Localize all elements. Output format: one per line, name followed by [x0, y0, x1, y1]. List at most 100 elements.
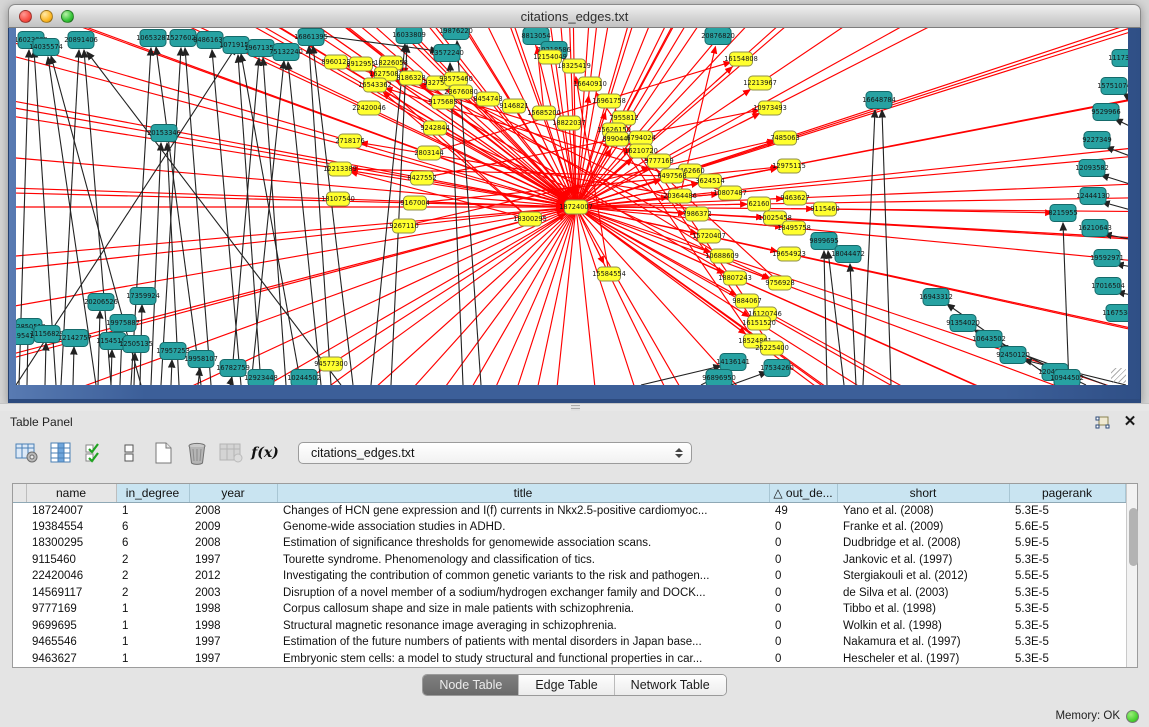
- table-cell[interactable]: 1: [116, 651, 189, 668]
- table-selector-dropdown[interactable]: citations_edges.txt: [298, 442, 692, 464]
- table-cell[interactable]: 0: [769, 535, 837, 552]
- table-cell[interactable]: Tibbo et al. (1998): [837, 601, 1009, 618]
- canvas-resize-handle[interactable]: [1111, 368, 1126, 383]
- table-cell[interactable]: Investigating the contribution of common…: [277, 568, 769, 585]
- table-row[interactable]: 911546021997Tourette syndrome. Phenomeno…: [13, 552, 1125, 569]
- table-settings-icon[interactable]: [12, 439, 42, 467]
- table-cell[interactable]: 5.5E-5: [1009, 568, 1125, 585]
- table-cell[interactable]: 19384554: [26, 519, 116, 536]
- table-cell[interactable]: 0: [769, 568, 837, 585]
- table-cell[interactable]: 0: [769, 651, 837, 668]
- select-attributes-icon[interactable]: [80, 439, 110, 467]
- column-header-year[interactable]: year: [189, 484, 277, 502]
- table-cell[interactable]: 2003: [189, 585, 277, 602]
- table-cell[interactable]: 9465546: [26, 634, 116, 651]
- row-height-icon[interactable]: [114, 439, 144, 467]
- table-cell[interactable]: 2009: [189, 519, 277, 536]
- column-header-out-de-[interactable]: △ out_de...: [769, 484, 837, 502]
- close-panel-icon[interactable]: ✕: [1121, 414, 1139, 430]
- window-titlebar[interactable]: citations_edges.txt: [8, 4, 1141, 28]
- table-cell[interactable]: Yano et al. (2008): [837, 502, 1009, 519]
- table-cell[interactable]: 1: [116, 601, 189, 618]
- table-cell[interactable]: 5.3E-5: [1009, 502, 1125, 519]
- table-cell[interactable]: Disruption of a novel member of a sodium…: [277, 585, 769, 602]
- table-row[interactable]: 946554611997Estimation of the future num…: [13, 634, 1125, 651]
- table-cell[interactable]: Structural magnetic resonance image aver…: [277, 618, 769, 635]
- table-cell[interactable]: Dudbridge et al. (2008): [837, 535, 1009, 552]
- table-cell[interactable]: Estimation of the future numbers of pati…: [277, 634, 769, 651]
- table-cell[interactable]: 1998: [189, 618, 277, 635]
- table-cell[interactable]: 0: [769, 519, 837, 536]
- table-row[interactable]: 1872400712008Changes of HCN gene express…: [13, 502, 1125, 519]
- table-cell[interactable]: 5.6E-5: [1009, 519, 1125, 536]
- tab-edge-table[interactable]: Edge Table: [519, 675, 614, 695]
- table-cell[interactable]: 9115460: [26, 552, 116, 569]
- function-builder-icon[interactable]: f(x): [250, 439, 280, 467]
- table-cell[interactable]: 0: [769, 552, 837, 569]
- table-cell[interactable]: 49: [769, 502, 837, 519]
- close-window-button[interactable]: [19, 10, 32, 23]
- table-cell[interactable]: 1997: [189, 634, 277, 651]
- tab-network-table[interactable]: Network Table: [615, 675, 726, 695]
- column-header-pagerank[interactable]: pagerank: [1009, 484, 1125, 502]
- table-cell[interactable]: 5.3E-5: [1009, 651, 1125, 668]
- panel-splitter[interactable]: [0, 403, 1149, 411]
- column-header-title[interactable]: title: [277, 484, 769, 502]
- table-cell[interactable]: 0: [769, 634, 837, 651]
- column-header-short[interactable]: short: [837, 484, 1009, 502]
- table-cell[interactable]: 1998: [189, 601, 277, 618]
- table-cell[interactable]: Corpus callosum shape and size in male p…: [277, 601, 769, 618]
- table-cell[interactable]: Franke et al. (2009): [837, 519, 1009, 536]
- table-cell[interactable]: 5.3E-5: [1009, 585, 1125, 602]
- import-table-icon[interactable]: [216, 439, 246, 467]
- table-cell[interactable]: 9777169: [26, 601, 116, 618]
- table-cell[interactable]: Wolkin et al. (1998): [837, 618, 1009, 635]
- table-row[interactable]: 1456911722003Disruption of a novel membe…: [13, 585, 1125, 602]
- table-cell[interactable]: 0: [769, 585, 837, 602]
- table-column-icon[interactable]: [46, 439, 76, 467]
- table-cell[interactable]: Nakamura et al. (1997): [837, 634, 1009, 651]
- table-cell[interactable]: 2012: [189, 568, 277, 585]
- table-cell[interactable]: 0: [769, 618, 837, 635]
- table-cell[interactable]: 1: [116, 618, 189, 635]
- table-cell[interactable]: Hescheler et al. (1997): [837, 651, 1009, 668]
- table-cell[interactable]: Estimation of significance thresholds fo…: [277, 535, 769, 552]
- table-cell[interactable]: 1997: [189, 651, 277, 668]
- table-cell[interactable]: 18724007: [26, 502, 116, 519]
- table-cell[interactable]: 5.9E-5: [1009, 535, 1125, 552]
- delete-table-icon[interactable]: [182, 439, 212, 467]
- table-row[interactable]: 2242004622012Investigating the contribut…: [13, 568, 1125, 585]
- table-cell[interactable]: 2: [116, 585, 189, 602]
- table-cell[interactable]: 2008: [189, 502, 277, 519]
- table-cell[interactable]: 1: [116, 634, 189, 651]
- table-row[interactable]: 969969511998Structural magnetic resonanc…: [13, 618, 1125, 635]
- table-cell[interactable]: 6: [116, 519, 189, 536]
- table-cell[interactable]: Genome-wide association studies in ADHD.: [277, 519, 769, 536]
- table-cell[interactable]: 14569117: [26, 585, 116, 602]
- table-cell[interactable]: 9463627: [26, 651, 116, 668]
- table-row[interactable]: 977716911998Corpus callosum shape and si…: [13, 601, 1125, 618]
- table-scrollbar[interactable]: [1126, 484, 1138, 667]
- table-cell[interactable]: 22420046: [26, 568, 116, 585]
- table-cell[interactable]: 5.3E-5: [1009, 601, 1125, 618]
- table-cell[interactable]: 5.3E-5: [1009, 552, 1125, 569]
- tab-node-table[interactable]: Node Table: [423, 675, 519, 695]
- table-row[interactable]: 1830029562008Estimation of significance …: [13, 535, 1125, 552]
- table-cell[interactable]: 9699695: [26, 618, 116, 635]
- table-cell[interactable]: Changes of HCN gene expression and I(f) …: [277, 502, 769, 519]
- float-panel-icon[interactable]: [1093, 414, 1111, 430]
- table-cell[interactable]: 5.3E-5: [1009, 634, 1125, 651]
- table-cell[interactable]: 1997: [189, 552, 277, 569]
- column-header-in-degree[interactable]: in_degree: [116, 484, 189, 502]
- table-cell[interactable]: 0: [769, 601, 837, 618]
- network-canvas[interactable]: 1872400716023809140355742089140610653287…: [16, 28, 1128, 385]
- table-cell[interactable]: Jankovic et al. (1997): [837, 552, 1009, 569]
- table-row[interactable]: 946362711997Embryonic stem cells: a mode…: [13, 651, 1125, 668]
- table-cell[interactable]: Embryonic stem cells: a model to study s…: [277, 651, 769, 668]
- table-row[interactable]: 1938455462009Genome-wide association stu…: [13, 519, 1125, 536]
- table-cell[interactable]: 1: [116, 502, 189, 519]
- new-table-icon[interactable]: [148, 439, 178, 467]
- column-header-name[interactable]: name: [26, 484, 116, 502]
- scrollbar-thumb[interactable]: [1129, 508, 1138, 566]
- table-cell[interactable]: 2008: [189, 535, 277, 552]
